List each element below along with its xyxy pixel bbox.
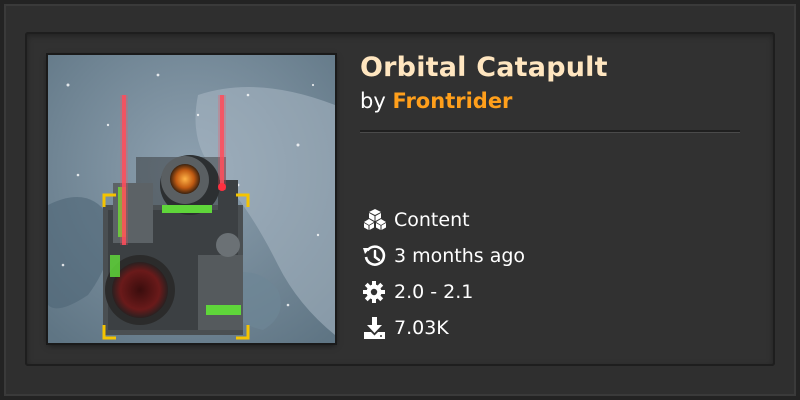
mod-title[interactable]: Orbital Catapult <box>360 52 608 83</box>
category-row: Content <box>362 207 702 233</box>
downloads-row: 7.03K <box>362 315 702 341</box>
version-label: 2.0 - 2.1 <box>394 281 474 303</box>
divider <box>360 130 740 132</box>
by-prefix: by <box>360 89 386 113</box>
downloads-label: 7.03K <box>394 317 449 339</box>
cubes-icon <box>362 208 388 232</box>
updated-row: 3 months ago <box>362 243 702 269</box>
updated-label: 3 months ago <box>394 245 526 267</box>
author-link[interactable]: Frontrider <box>392 89 512 113</box>
category-label: Content <box>394 209 470 231</box>
history-icon <box>362 244 388 268</box>
thumbnail-image <box>48 55 335 343</box>
mod-thumbnail[interactable] <box>48 55 335 343</box>
version-row: 2.0 - 2.1 <box>362 279 702 305</box>
byline: by Frontrider <box>360 89 512 113</box>
gear-icon <box>362 280 388 304</box>
download-icon <box>362 316 388 340</box>
